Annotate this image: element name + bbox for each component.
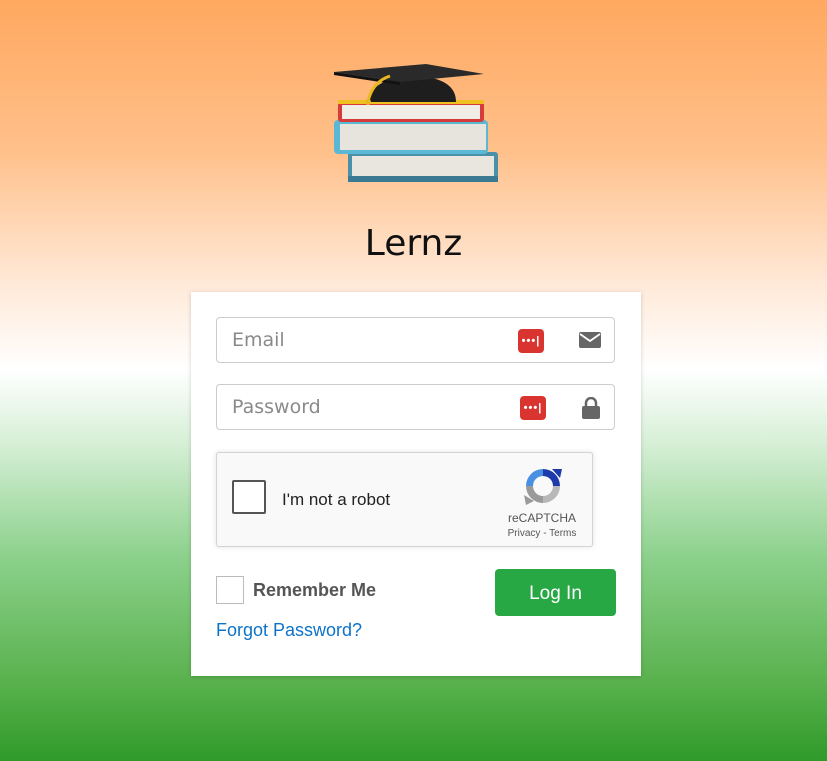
recaptcha-label: I'm not a robot xyxy=(282,490,391,509)
password-manager-icon[interactable]: •••| xyxy=(520,396,546,420)
recaptcha-logo-icon xyxy=(524,469,562,505)
email-input[interactable] xyxy=(217,318,522,362)
envelope-icon xyxy=(579,332,601,348)
recaptcha-widget: I'm not a robot reCAPTCHA Privacy - Term… xyxy=(216,452,593,547)
lock-icon xyxy=(582,397,600,419)
app-title: Lernz xyxy=(364,223,463,264)
remember-me-label[interactable]: Remember Me xyxy=(253,580,376,601)
password-input[interactable] xyxy=(217,385,522,429)
remember-me-checkbox[interactable] xyxy=(216,576,244,604)
books-graduation-cap-logo xyxy=(334,64,498,182)
recaptcha-brand: reCAPTCHA xyxy=(507,511,576,525)
recaptcha-checkbox[interactable] xyxy=(232,480,266,514)
recaptcha-terms-links[interactable]: Privacy - Terms xyxy=(487,528,597,539)
email-field: •••| xyxy=(216,317,615,363)
forgot-password-link[interactable]: Forgot Password? xyxy=(216,620,362,641)
login-button[interactable]: Log In xyxy=(495,569,616,616)
password-manager-icon[interactable]: •••| xyxy=(518,329,544,353)
password-field: •••| xyxy=(216,384,615,430)
login-card: •••| •••| I'm not a robot reCAPTCHA Priv… xyxy=(191,292,641,676)
